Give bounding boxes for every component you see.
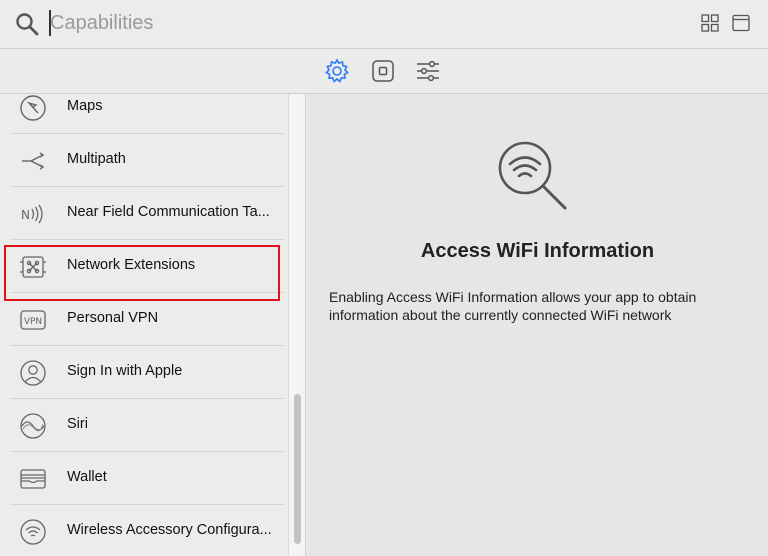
list-item-label: Multipath — [67, 151, 126, 167]
list-item-label: Maps — [67, 98, 103, 114]
list-item-label: Near Field Communication Ta... — [67, 204, 270, 220]
square-icon — [372, 60, 394, 82]
sliders-icon — [417, 60, 439, 82]
detail-title: Access WiFi Information — [420, 240, 655, 262]
text-caret — [49, 10, 51, 36]
vpn-icon-text: VPN — [24, 317, 42, 327]
gear-icon — [325, 58, 349, 83]
grid-view-icon[interactable] — [701, 14, 719, 32]
wifi-search-icon — [498, 141, 567, 210]
search-input[interactable] — [50, 9, 610, 37]
detail-pane: Access WiFi Information Enabling Access … — [307, 94, 768, 556]
detail-description: Enabling Access WiFi Information allows … — [329, 289, 697, 323]
list-item-multipath[interactable]: Multipath — [0, 134, 288, 187]
list-item-label: Siri — [67, 416, 88, 432]
list-item-sign-in-with-apple[interactable]: Sign In with Apple — [0, 346, 288, 399]
highlight-box — [4, 245, 280, 301]
tab-capabilities[interactable] — [323, 57, 351, 85]
tab-library[interactable] — [369, 57, 397, 85]
search-bar — [0, 0, 768, 49]
list-scrollbar[interactable] — [288, 94, 306, 556]
siri-icon — [20, 413, 46, 439]
multipath-icon — [22, 152, 45, 170]
list-item-siri[interactable]: Siri — [0, 399, 288, 452]
capabilities-list: Maps Multipath N Near Field Communicatio… — [0, 94, 288, 556]
list-item-maps[interactable]: Maps — [0, 94, 288, 134]
search-icon — [16, 13, 39, 36]
wallet-icon — [20, 469, 46, 489]
tab-settings[interactable] — [414, 57, 442, 85]
list-item-nfc[interactable]: N Near Field Communication Ta... — [0, 187, 288, 240]
list-item-label: Personal VPN — [67, 310, 159, 326]
scrollbar-thumb[interactable] — [294, 394, 301, 544]
nfc-icon: N — [21, 204, 43, 224]
list-item-label: Wireless Accessory Configura... — [67, 522, 272, 538]
person-icon — [20, 360, 46, 386]
list-item-label: Sign In with Apple — [67, 363, 183, 379]
wifi-icon — [20, 519, 46, 545]
vpn-icon: VPN — [20, 310, 46, 330]
list-item-label: Wallet — [67, 469, 107, 485]
list-item-wallet[interactable]: Wallet — [0, 452, 288, 505]
list-item-wireless-accessory[interactable]: Wireless Accessory Configura... — [0, 505, 288, 556]
inspector-tab-bar — [0, 49, 768, 94]
window-view-icon[interactable] — [732, 14, 750, 32]
svg-text:N: N — [21, 208, 30, 222]
maps-icon — [20, 95, 46, 121]
